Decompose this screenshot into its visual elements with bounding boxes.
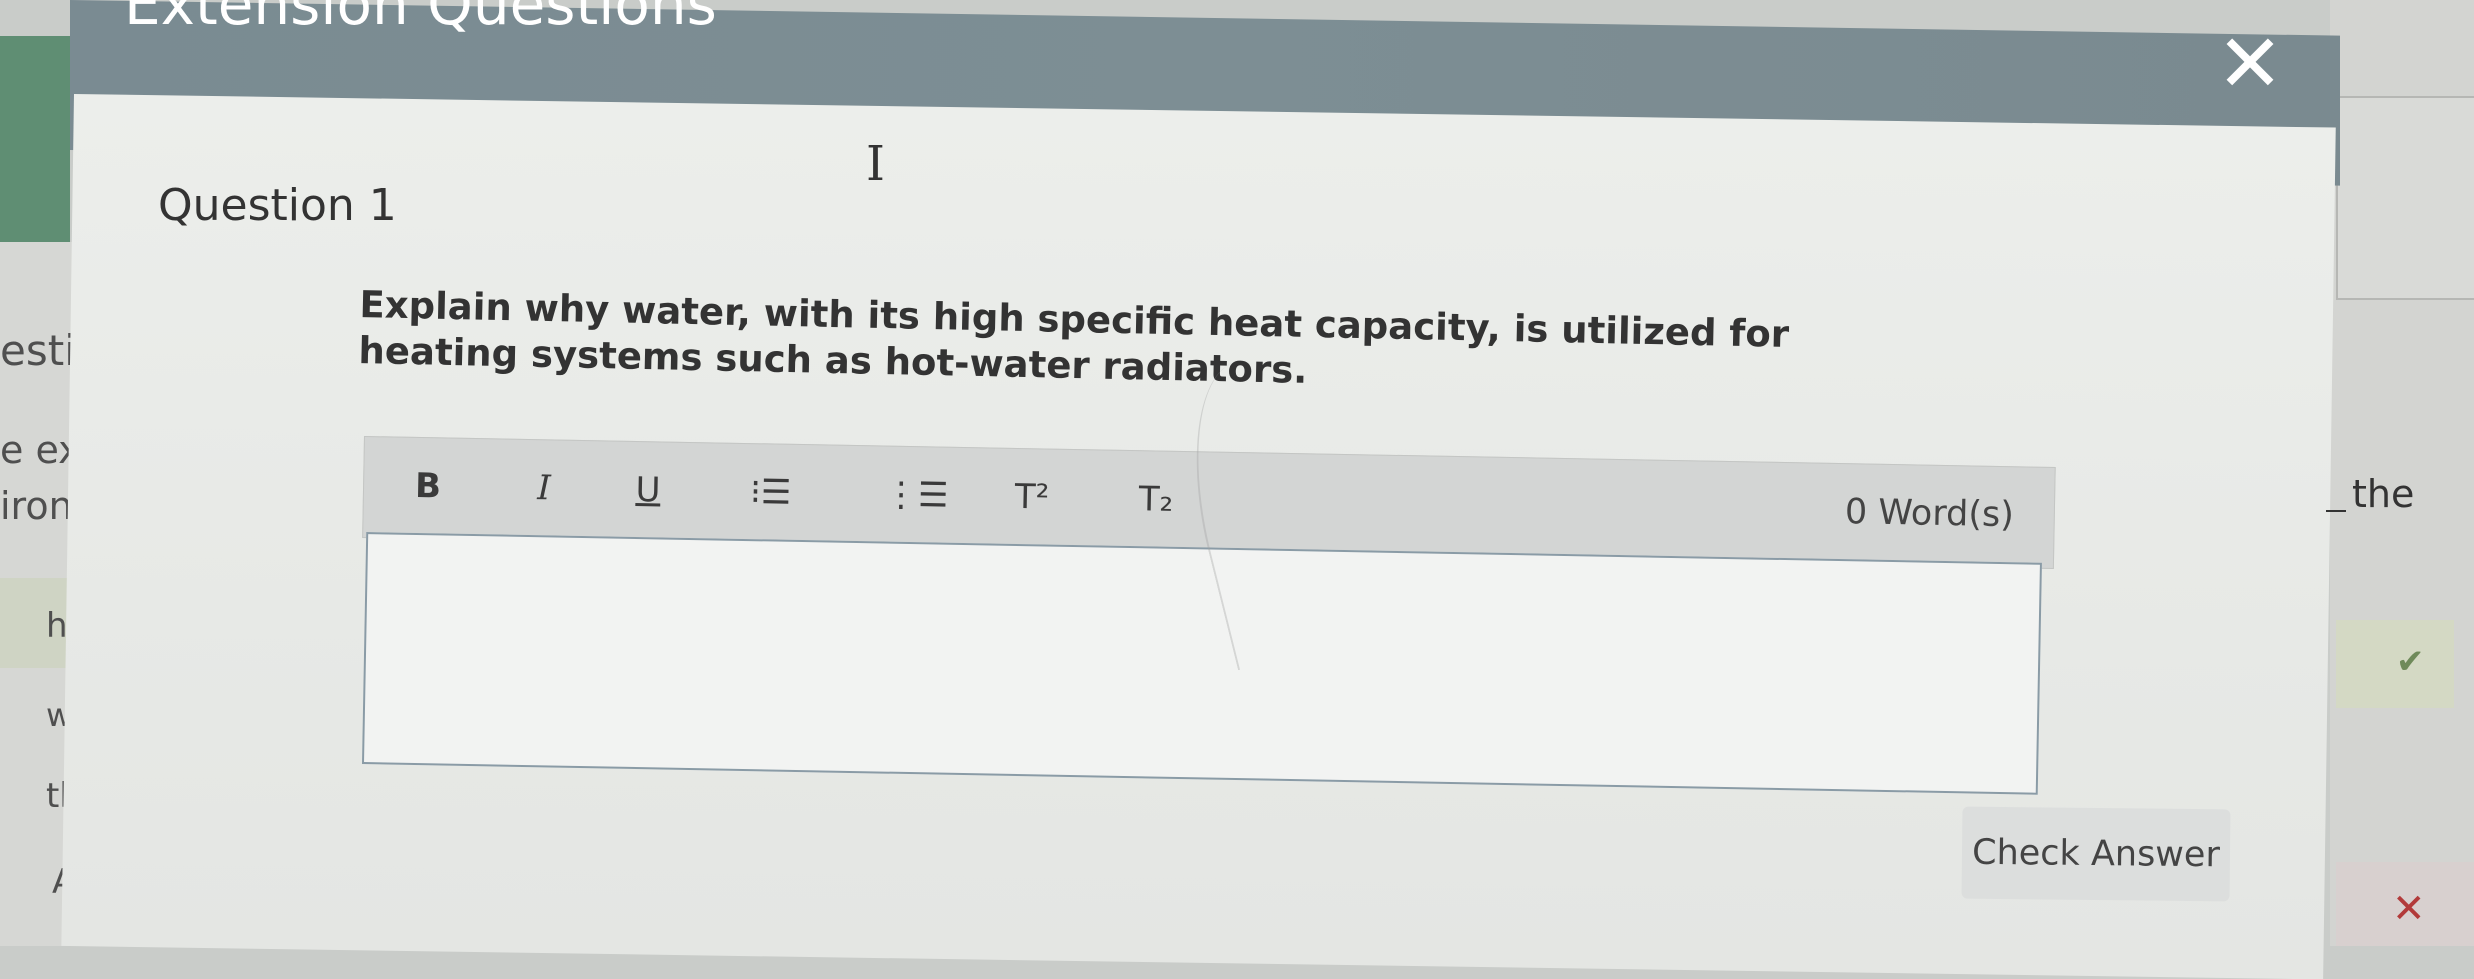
x-icon: ✕: [2392, 886, 2426, 932]
text-cursor-icon: I: [866, 136, 885, 192]
underline-mark: [2326, 510, 2346, 512]
modal-title: Extension Questions: [124, 0, 717, 38]
check-answer-button[interactable]: Check Answer: [1961, 806, 2231, 902]
subscript-button[interactable]: T₂: [1135, 471, 1176, 528]
background-header-strip: [0, 36, 70, 242]
underline-button[interactable]: U: [628, 462, 669, 519]
background-text: iron: [0, 484, 73, 528]
close-button[interactable]: ✕: [2210, 24, 2290, 104]
background-text: esti: [0, 326, 76, 375]
background-right-box: [2336, 96, 2474, 300]
numbered-list-button[interactable]: ⋮☰: [884, 467, 949, 524]
answer-input[interactable]: [361, 532, 2042, 795]
bullet-list-button[interactable]: ⁝☰: [750, 464, 792, 521]
question-title: Question 1: [158, 180, 397, 231]
check-icon: ✔: [2396, 642, 2425, 682]
background-text: the: [2352, 472, 2415, 516]
bold-button[interactable]: B: [408, 458, 449, 515]
background-row: [2336, 620, 2454, 708]
italic-button[interactable]: I: [524, 460, 565, 517]
superscript-button[interactable]: T²: [1011, 469, 1052, 526]
word-count: 0 Word(s): [1844, 492, 2015, 536]
